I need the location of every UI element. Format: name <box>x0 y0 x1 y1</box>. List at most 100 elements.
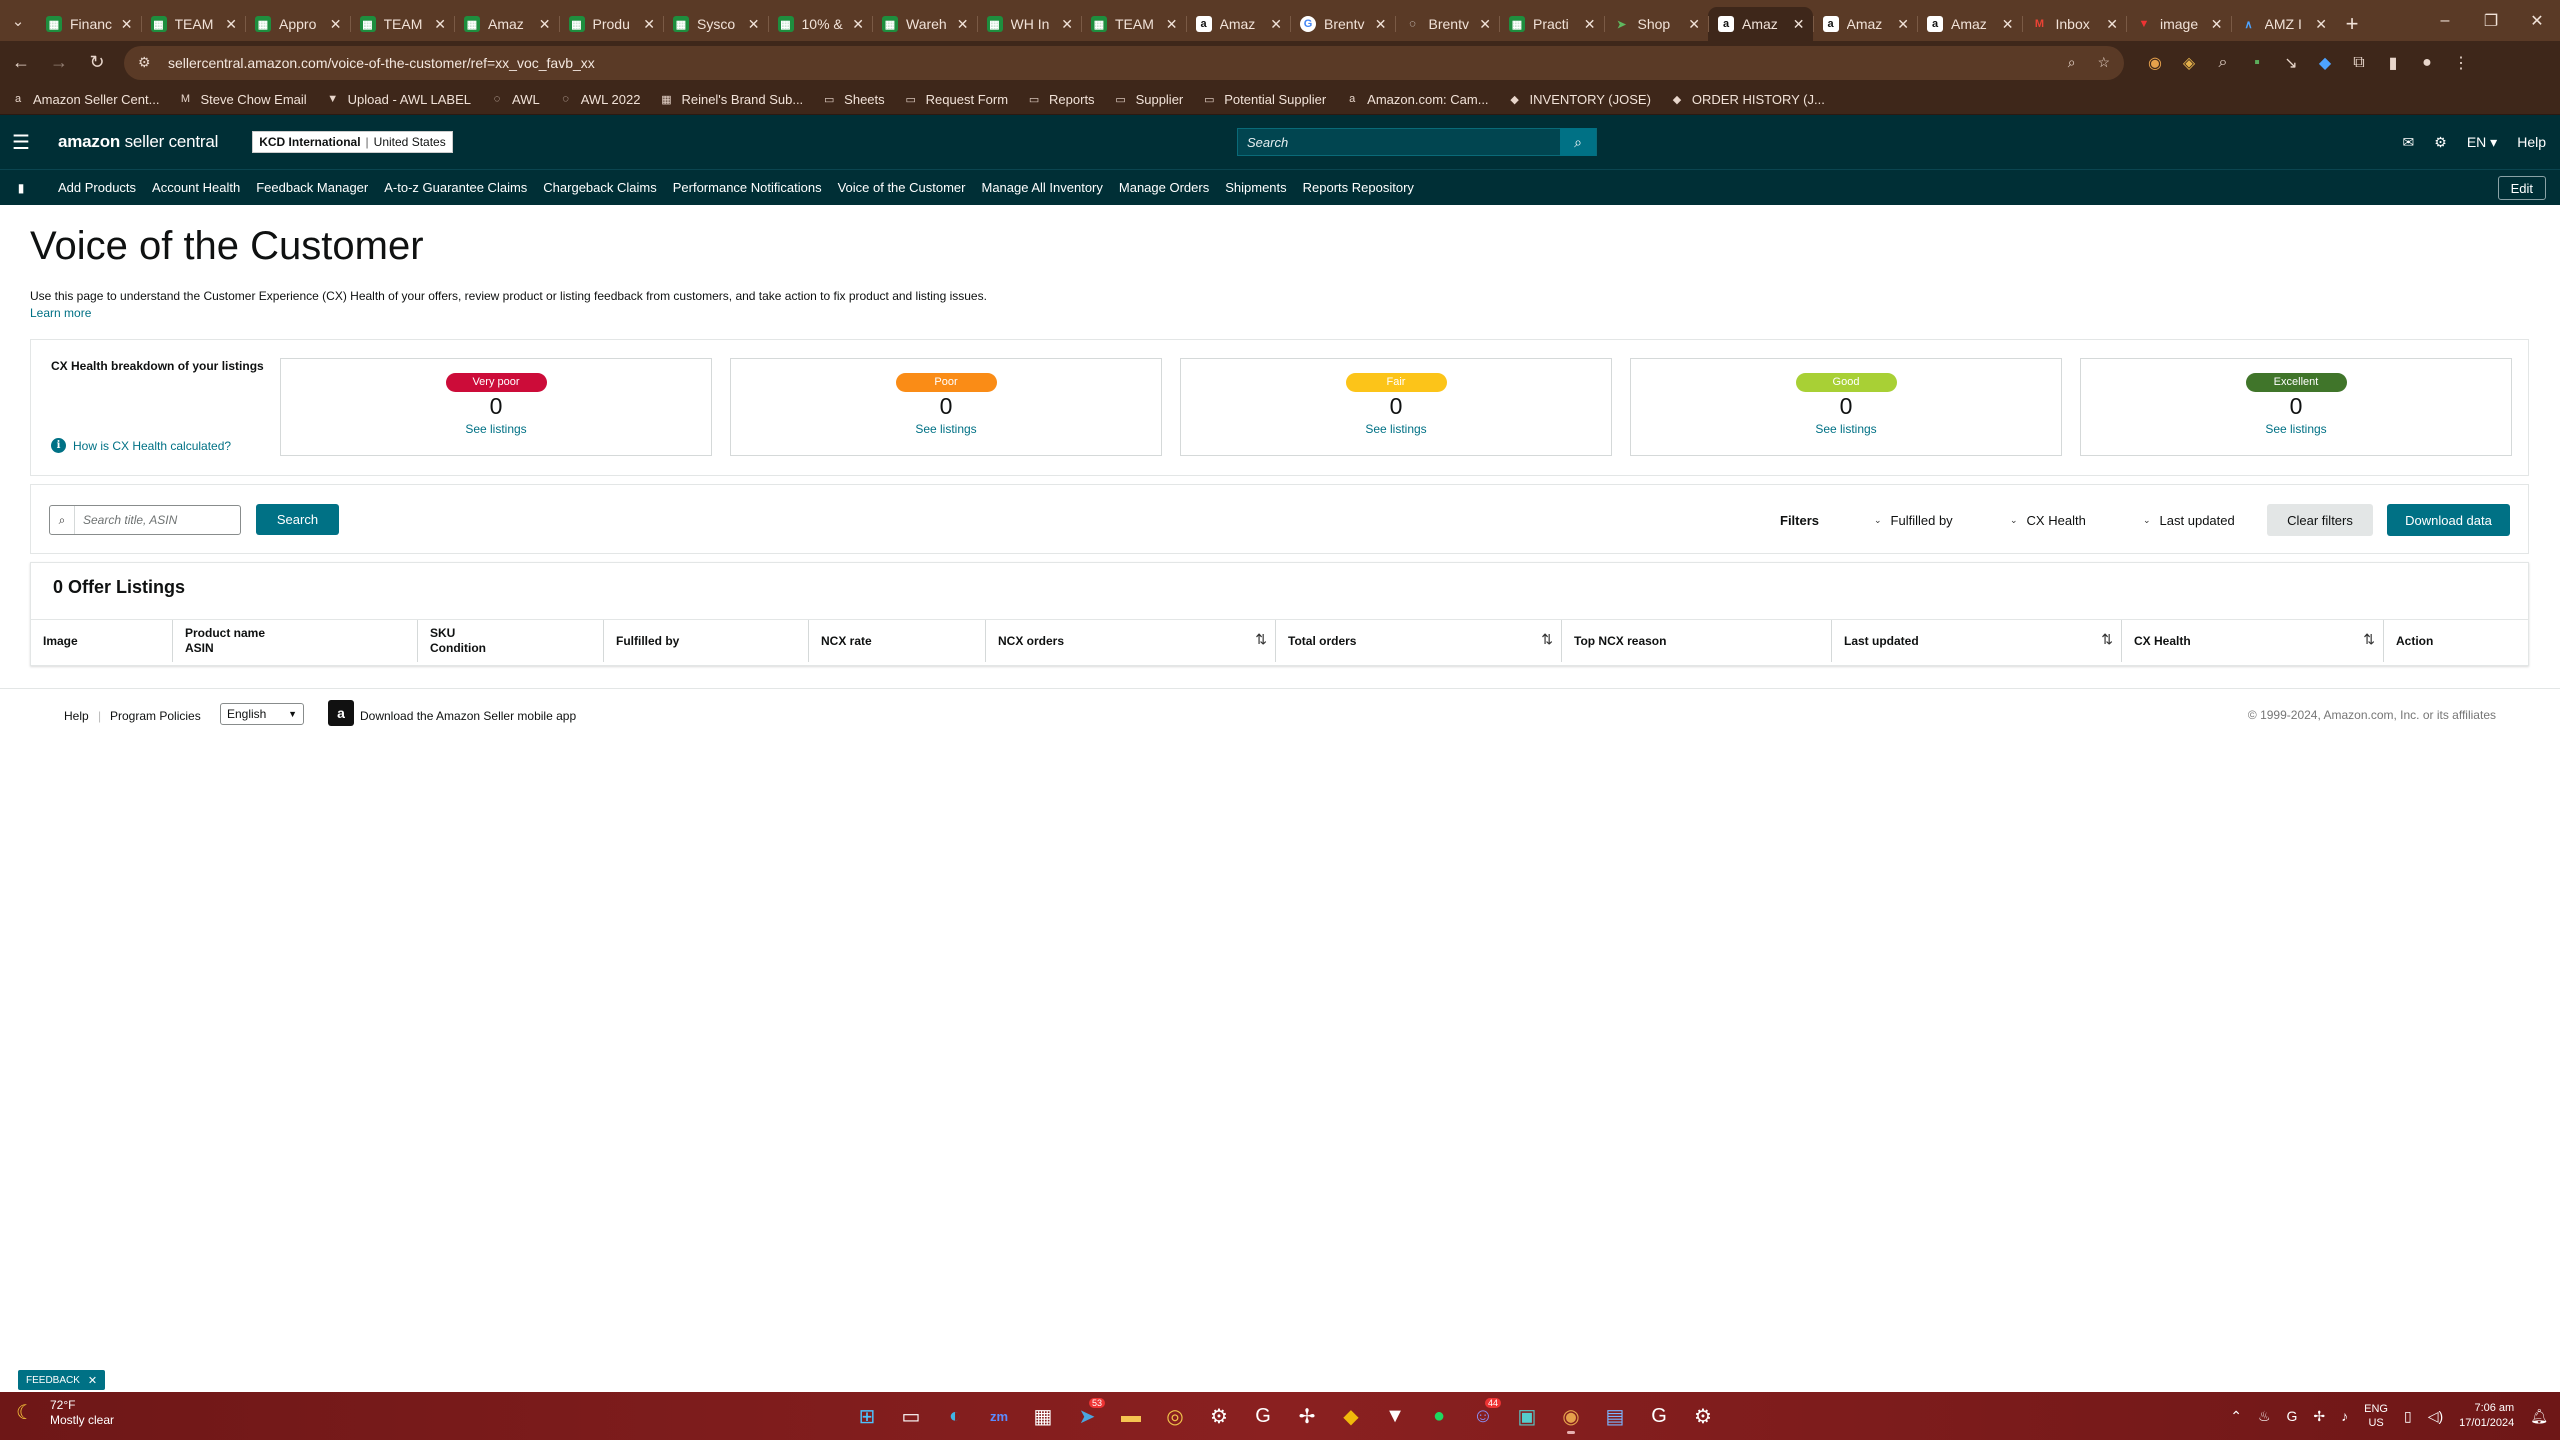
site-info-icon[interactable]: ⚙ <box>138 54 158 71</box>
bookmark-item[interactable]: a Amazon Seller Cent... <box>10 91 160 107</box>
bookmark-item[interactable]: ▭ Potential Supplier <box>1201 91 1326 107</box>
tray-overflow-chevron-icon[interactable]: ⌃ <box>2230 1408 2242 1425</box>
weather-widget[interactable]: ☾ 72°F Mostly clear <box>16 1398 114 1428</box>
grok-alt-icon[interactable]: G <box>1637 1396 1681 1436</box>
bookmark-item[interactable]: ▭ Sheets <box>821 91 885 107</box>
bookmark-item[interactable]: M Steve Chow Email <box>177 91 307 107</box>
fulfilled-by-filter[interactable]: ⌄ Fulfilled by <box>1874 513 1953 528</box>
side-panel-icon[interactable]: ▮ <box>2376 48 2410 78</box>
sort-arrows-icon[interactable]: ⇅ <box>2101 632 2113 647</box>
task-view-icon[interactable]: ▭ <box>889 1396 933 1436</box>
last-updated-filter[interactable]: ⌄ Last updated <box>2143 513 2235 528</box>
edge-icon[interactable]: ◐ <box>933 1396 977 1436</box>
close-tab-icon[interactable]: ✕ <box>1166 16 1178 33</box>
see-listings-link[interactable]: See listings <box>731 422 1161 436</box>
browser-tab[interactable]: a Amaz ✕ <box>1917 7 2022 41</box>
nav-link-manage-all-inventory[interactable]: Manage All Inventory <box>981 180 1102 195</box>
bookmark-item[interactable]: ▭ Request Form <box>903 91 1008 107</box>
extension-green-icon[interactable]: ▪ <box>2240 48 2274 78</box>
sort-arrows-icon[interactable]: ⇅ <box>1255 632 1267 647</box>
browser-tab[interactable]: ▦ Appro ✕ <box>245 7 350 41</box>
browser-tab[interactable]: M Inbox ✕ <box>2021 7 2127 41</box>
column-header-ncx-orders[interactable]: NCX orders ⇅ <box>985 620 1275 662</box>
extension-arrow-icon[interactable]: ↘ <box>2274 48 2308 78</box>
file-explorer-icon[interactable]: ▬ <box>1109 1396 1153 1436</box>
nav-link-manage-orders[interactable]: Manage Orders <box>1119 180 1209 195</box>
tab-search-chevron-icon[interactable]: ⌄ <box>0 0 36 41</box>
close-tab-icon[interactable]: ✕ <box>2002 16 2014 33</box>
bookmark-item[interactable]: ◌ AWL <box>489 91 540 107</box>
close-tab-icon[interactable]: ✕ <box>225 16 237 33</box>
close-tab-icon[interactable]: ✕ <box>1897 16 1909 33</box>
forward-button[interactable]: → <box>42 46 76 80</box>
browser-tab[interactable]: a Amaz ✕ <box>1812 7 1918 41</box>
cx-health-how-link[interactable]: i How is CX Health calculated? <box>51 438 231 453</box>
bookmark-item[interactable]: ▭ Supplier <box>1113 91 1183 107</box>
download-data-button[interactable]: Download data <box>2387 504 2510 536</box>
chrome-icon[interactable]: ◎ <box>1153 1396 1197 1436</box>
browser-tab[interactable]: ▦ WH In ✕ <box>976 7 1082 41</box>
grok-icon[interactable]: G <box>1241 1396 1285 1436</box>
discord-icon[interactable]: ☺ 44 <box>1461 1396 1505 1436</box>
column-header-cx-health[interactable]: CX Health ⇅ <box>2121 620 2383 662</box>
reload-button[interactable]: ↻ <box>80 46 114 80</box>
bookmark-item[interactable]: ▭ Reports <box>1026 91 1095 107</box>
close-tab-icon[interactable]: ✕ <box>643 16 655 33</box>
see-listings-link[interactable]: See listings <box>2081 422 2511 436</box>
new-tab-button[interactable]: + <box>2335 7 2369 41</box>
close-tab-icon[interactable]: ✕ <box>434 16 446 33</box>
browser-tab[interactable]: ▦ Financ ✕ <box>36 7 141 41</box>
mobile-app-link[interactable]: Download the Amazon Seller mobile app <box>360 709 576 723</box>
help-link[interactable]: Help <box>2517 134 2546 150</box>
input-language[interactable]: ENG US <box>2364 1402 2388 1430</box>
pinwheel-tray-icon[interactable]: ✢ <box>2313 1408 2325 1425</box>
pinwheel-icon[interactable]: ✢ <box>1285 1396 1329 1436</box>
close-tab-icon[interactable]: ✕ <box>1793 16 1805 33</box>
program-policies-link[interactable]: Program Policies <box>110 709 201 723</box>
browser-tab[interactable]: ▦ Amaz ✕ <box>454 7 559 41</box>
browser-tab[interactable]: G Brentv ✕ <box>1290 7 1395 41</box>
mail-icon[interactable]: ✉ <box>2403 134 2415 151</box>
binance-icon[interactable]: ◆ <box>1329 1396 1373 1436</box>
nav-link-feedback-manager[interactable]: Feedback Manager <box>256 180 368 195</box>
footer-language-select[interactable]: English ▼ <box>220 703 304 725</box>
browser-tab[interactable]: ▦ Wareh ✕ <box>872 7 977 41</box>
bookmark-item[interactable]: a Amazon.com: Cam... <box>1344 91 1488 107</box>
browser-tab[interactable]: ➤ Shop ✕ <box>1603 7 1709 41</box>
minimize-button[interactable]: – <box>2422 0 2468 41</box>
feedback-tab[interactable]: FEEDBACK ✕ <box>18 1370 106 1390</box>
close-window-button[interactable]: ✕ <box>2514 0 2560 41</box>
sort-arrows-icon[interactable]: ⇅ <box>1541 632 1553 647</box>
extension-blue-icon[interactable]: ◆ <box>2308 48 2342 78</box>
clear-filters-button[interactable]: Clear filters <box>2267 504 2373 536</box>
close-tab-icon[interactable]: ✕ <box>1270 16 1282 33</box>
windows-start-icon[interactable]: ⊞ <box>845 1396 889 1436</box>
close-tab-icon[interactable]: ✕ <box>2106 16 2118 33</box>
sort-arrows-icon[interactable]: ⇅ <box>2363 632 2375 647</box>
close-tab-icon[interactable]: ✕ <box>852 16 864 33</box>
telegram-icon[interactable]: ➤ 53 <box>1065 1396 1109 1436</box>
zoom-app-icon[interactable]: zm <box>977 1396 1021 1436</box>
browser-tab[interactable]: ◌ Brentv ✕ <box>1394 7 1500 41</box>
search-button[interactable]: Search <box>256 504 339 535</box>
browser-tab[interactable]: ∧ AMZ I ✕ <box>2230 7 2336 41</box>
header-search-button[interactable]: ⌕ <box>1560 128 1596 156</box>
close-tab-icon[interactable]: ✕ <box>748 16 760 33</box>
close-tab-icon[interactable]: ✕ <box>539 16 551 33</box>
close-tab-icon[interactable]: ✕ <box>2315 16 2327 33</box>
address-bar[interactable]: ⚙ sellercentral.amazon.com/voice-of-the-… <box>124 45 2124 80</box>
listing-search-input[interactable] <box>75 506 240 534</box>
close-icon[interactable]: ✕ <box>88 1374 97 1387</box>
browser-tab[interactable]: ▦ TEAM ✕ <box>1081 7 1186 41</box>
browser-tab[interactable]: ▦ TEAM ✕ <box>140 7 246 41</box>
close-tab-icon[interactable]: ✕ <box>1584 16 1596 33</box>
language-selector[interactable]: EN ▾ <box>2467 134 2497 151</box>
close-tab-icon[interactable]: ✕ <box>1375 16 1387 33</box>
see-listings-link[interactable]: See listings <box>1181 422 1611 436</box>
bookmark-item[interactable]: ◆ ORDER HISTORY (J... <box>1669 91 1825 107</box>
column-header-last-updated[interactable]: Last updated ⇅ <box>1831 620 2121 662</box>
nav-link-account-health[interactable]: Account Health <box>152 180 240 195</box>
calculator-icon[interactable]: ▦ <box>1021 1396 1065 1436</box>
see-listings-link[interactable]: See listings <box>281 422 711 436</box>
volume-icon[interactable]: ◁) <box>2428 1408 2443 1425</box>
